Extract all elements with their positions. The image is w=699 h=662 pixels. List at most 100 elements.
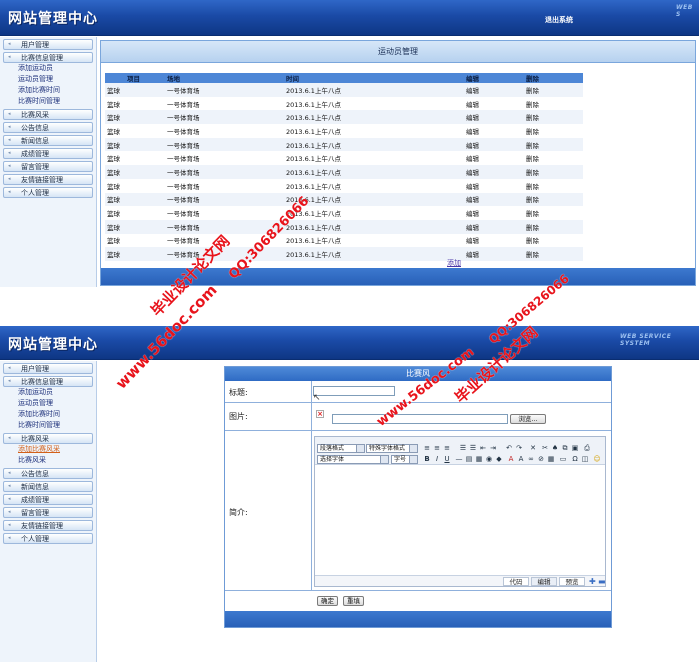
sidebar-link[interactable]: 运动员管理 xyxy=(0,398,96,409)
italic-icon[interactable]: I xyxy=(433,455,441,463)
delete-link[interactable]: 删除 xyxy=(524,165,583,179)
hr-icon[interactable]: — xyxy=(455,455,463,463)
paste-icon[interactable]: ▣ xyxy=(571,444,579,452)
special-char-icon[interactable]: Ω xyxy=(571,455,579,463)
add-link[interactable]: 添加 xyxy=(447,258,461,268)
sidebar-group-0[interactable]: ◂ 用户管理 xyxy=(3,39,93,50)
tab-edit[interactable]: 编辑 xyxy=(531,577,557,586)
reset-button[interactable]: 重填 xyxy=(343,596,364,606)
sidebar-link[interactable]: 添加比赛时间 xyxy=(0,409,96,420)
font-select[interactable]: 选择字体 xyxy=(317,455,389,464)
edit-link[interactable]: 编辑 xyxy=(464,219,524,234)
backcolor-icon[interactable]: A xyxy=(517,455,525,463)
align-left-icon[interactable]: ≡ xyxy=(423,444,431,452)
zoom-in-icon[interactable]: ✚ xyxy=(589,577,596,586)
ordered-list-icon[interactable]: ☰ xyxy=(459,444,467,452)
sidebar-group-6[interactable]: ◂ 留言管理 xyxy=(3,161,93,172)
delete-link[interactable]: 删除 xyxy=(524,192,583,207)
undo-icon[interactable]: ↶ xyxy=(505,444,513,452)
find-icon[interactable]: ♠ xyxy=(551,444,559,452)
delete-icon[interactable]: ✕ xyxy=(529,444,537,452)
sidebar-link[interactable]: 添加比赛时间 xyxy=(0,85,96,96)
delete-link[interactable]: 删除 xyxy=(524,137,583,152)
sidebar-group-4[interactable]: ◂ 新闻信息 xyxy=(3,481,93,492)
flash-icon[interactable]: ◉ xyxy=(485,455,493,463)
link-icon[interactable]: ∞ xyxy=(527,455,535,463)
indent-icon[interactable]: ⇥ xyxy=(489,444,497,452)
special-format-select[interactable]: 特殊字体格式 xyxy=(366,444,418,453)
tab-code[interactable]: 代码 xyxy=(503,577,529,586)
sidebar-group-1[interactable]: ◂ 比赛信息管理 xyxy=(3,52,93,63)
sidebar-group-7[interactable]: ◂ 友情链接管理 xyxy=(3,174,93,185)
sidebar-link[interactable]: 添加比赛风采 xyxy=(0,444,96,455)
table-icon[interactable]: ▦ xyxy=(547,455,555,463)
sidebar-link[interactable]: 运动员管理 xyxy=(0,74,96,85)
sidebar-group-3[interactable]: ◂ 公告信息 xyxy=(3,468,93,479)
delete-link[interactable]: 删除 xyxy=(524,219,583,234)
browse-button[interactable]: 浏览... xyxy=(510,414,546,424)
zoom-out-icon[interactable]: ▬ xyxy=(598,577,606,586)
emoticon-icon[interactable]: ☺ xyxy=(593,455,601,463)
edit-link[interactable]: 编辑 xyxy=(464,165,524,179)
sidebar-group-0[interactable]: ◂ 用户管理 xyxy=(3,363,93,374)
sidebar-group-1[interactable]: ◂ 比赛信息管理 xyxy=(3,376,93,387)
outdent-icon[interactable]: ⇤ xyxy=(479,444,487,452)
font-size-select[interactable]: 字号 xyxy=(391,455,418,464)
delete-link[interactable]: 删除 xyxy=(524,124,583,138)
sidebar-group-8[interactable]: ◂ 个人管理 xyxy=(3,533,93,544)
calendar-icon[interactable]: ▭ xyxy=(559,455,567,463)
unordered-list-icon[interactable]: ☰ xyxy=(469,444,477,452)
sidebar-link[interactable]: 比赛时间管理 xyxy=(0,96,96,107)
edit-link[interactable]: 编辑 xyxy=(464,151,524,165)
edit-link[interactable]: 编辑 xyxy=(464,206,524,220)
submit-button[interactable]: 确定 xyxy=(317,596,338,606)
edit-link[interactable]: 编辑 xyxy=(464,137,524,152)
sidebar-group-3[interactable]: ◂ 公告信息 xyxy=(3,122,93,133)
edit-link[interactable]: 编辑 xyxy=(464,179,524,193)
delete-link[interactable]: 删除 xyxy=(524,179,583,193)
align-right-icon[interactable]: ≡ xyxy=(443,444,451,452)
align-center-icon[interactable]: ≡ xyxy=(433,444,441,452)
redo-icon[interactable]: ↷ xyxy=(515,444,523,452)
delete-link[interactable]: 删除 xyxy=(524,83,583,97)
sidebar-group-2[interactable]: ◂ 比赛风采 xyxy=(3,109,93,120)
sidebar-group-5[interactable]: ◂ 成绩管理 xyxy=(3,494,93,505)
edit-link[interactable]: 编辑 xyxy=(464,192,524,207)
media-icon[interactable]: ◆ xyxy=(495,455,503,463)
sidebar-group-7[interactable]: ◂ 友情链接管理 xyxy=(3,520,93,531)
sidebar-group-8[interactable]: ◂ 个人管理 xyxy=(3,187,93,198)
title-input[interactable] xyxy=(313,386,395,396)
sidebar-group-2[interactable]: ◂ 比赛风采 xyxy=(3,433,93,444)
cut-icon[interactable]: ✂ xyxy=(541,444,549,452)
delete-link[interactable]: 删除 xyxy=(524,234,583,248)
copy-icon[interactable]: ⧉ xyxy=(561,444,569,452)
sidebar-link[interactable]: 添加运动员 xyxy=(0,387,96,398)
edit-link[interactable]: 编辑 xyxy=(464,110,524,125)
delete-link[interactable]: 删除 xyxy=(524,206,583,220)
sidebar-group-6[interactable]: ◂ 留言管理 xyxy=(3,507,93,518)
sidebar-link[interactable]: 添加运动员 xyxy=(0,63,96,74)
delete-link[interactable]: 删除 xyxy=(524,151,583,165)
edit-link[interactable]: 编辑 xyxy=(464,97,524,111)
image-path-input[interactable] xyxy=(332,414,508,424)
image-icon[interactable]: ▦ xyxy=(475,455,483,463)
folder-icon[interactable]: ▤ xyxy=(465,455,473,463)
paragraph-format-select[interactable]: 段落格式 xyxy=(317,444,365,453)
sidebar-link[interactable]: 比赛时间管理 xyxy=(0,420,96,431)
delete-link[interactable]: 删除 xyxy=(524,97,583,111)
delete-link[interactable]: 删除 xyxy=(524,247,583,261)
rich-text-editor[interactable]: 段落格式 特殊字体格式 选择字体 字号 ≡ ≡ ≡ ☰ ☰ ⇤ ⇥ ↶ ↷ ✕ ✂ ♠ ⧉ ▣ ⎙ B I U — ▤… xyxy=(314,436,606,587)
sidebar-link[interactable]: 比赛风采 xyxy=(0,455,96,466)
forecolor-icon[interactable]: A xyxy=(507,455,515,463)
bold-icon[interactable]: B xyxy=(423,455,431,463)
logout-link[interactable]: 退出系统 xyxy=(545,15,573,25)
fullscreen-icon[interactable]: ◫ xyxy=(581,455,589,463)
underline-icon[interactable]: U xyxy=(443,455,451,463)
edit-link[interactable]: 编辑 xyxy=(464,234,524,248)
tab-preview[interactable]: 预览 xyxy=(559,577,585,586)
sidebar-group-4[interactable]: ◂ 新闻信息 xyxy=(3,135,93,146)
print-icon[interactable]: ⎙ xyxy=(583,444,591,452)
editor-content-area[interactable] xyxy=(316,466,604,574)
delete-link[interactable]: 删除 xyxy=(524,110,583,125)
unlink-icon[interactable]: ⊘ xyxy=(537,455,545,463)
